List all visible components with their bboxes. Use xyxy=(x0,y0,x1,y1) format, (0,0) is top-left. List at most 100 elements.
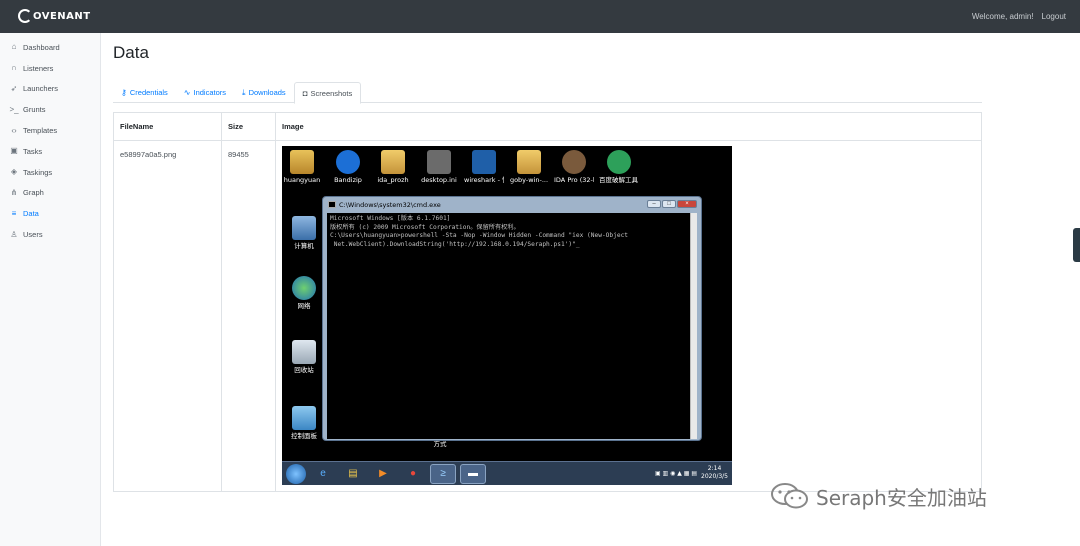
sidebar-item-templates[interactable]: ‹› Templates xyxy=(0,120,100,141)
cmd-window[interactable]: C:\Windows\system32\cmd.exe – □ × Micros… xyxy=(322,196,702,441)
layers-icon: ◈ xyxy=(10,167,18,177)
tab-label: Indicators xyxy=(193,88,227,97)
sidebar-item-dashboard[interactable]: ⌂ Dashboard xyxy=(0,37,100,58)
sidebar: ⌂ Dashboard ∩ Listeners ➶ Launchers >_ G… xyxy=(0,33,101,546)
desktop-icon-ida-prozh: ida_prozh xyxy=(373,150,413,184)
cmd-scrollbar[interactable] xyxy=(690,213,697,439)
sidebar-item-label: Users xyxy=(23,230,43,240)
internet-explorer-icon[interactable]: e xyxy=(310,464,336,484)
column-header-filename[interactable]: FileName xyxy=(114,113,222,140)
column-header-image[interactable]: Image xyxy=(276,113,476,140)
cmd-titlebar[interactable]: C:\Windows\system32\cmd.exe xyxy=(323,197,701,212)
desktop-icon-control-panel: 控制面板 xyxy=(284,406,324,440)
screenshot-image[interactable]: huangyuan Bandizip ida_prozh desktop.ini… xyxy=(282,146,732,485)
system-tray: ▣ ▥ ◉ ▲ ▦ ▤ 2:14 2020/3/5 xyxy=(655,465,728,481)
download-icon: ⤓ xyxy=(242,87,246,97)
sidebar-item-label: Taskings xyxy=(23,167,53,177)
clock-date: 2020/3/5 xyxy=(701,473,728,480)
console-line: 版权所有 (c) 2009 Microsoft Corporation。保留所有… xyxy=(330,223,520,231)
tab-indicators[interactable]: ∿ Indicators xyxy=(176,82,234,103)
cell-size: 89455 xyxy=(228,150,249,159)
folder-icon xyxy=(381,150,405,174)
sidebar-item-launchers[interactable]: ➶ Launchers xyxy=(0,79,100,100)
close-icon[interactable]: × xyxy=(677,200,697,208)
control-panel-icon xyxy=(292,406,316,430)
chrome-icon[interactable]: ● xyxy=(400,464,426,484)
cmd-console[interactable]: Microsoft Windows [版本 6.1.7601] 版权所有 (c) … xyxy=(327,213,692,439)
share-icon: ⋔ xyxy=(10,187,18,197)
logout-link[interactable]: Logout xyxy=(1042,12,1066,21)
tab-credentials[interactable]: ⚷ Credentials xyxy=(113,82,176,103)
file-explorer-icon[interactable]: ▤ xyxy=(340,464,366,484)
data-tabs: ⚷ Credentials ∿ Indicators ⤓ Downloads ◘… xyxy=(113,82,982,104)
maximize-icon[interactable]: □ xyxy=(662,200,676,208)
settings-file-icon xyxy=(427,150,451,174)
desktop-caption-fragment: 方式 xyxy=(433,440,447,448)
sidebar-item-grunts[interactable]: >_ Grunts xyxy=(0,99,100,120)
desktop-icon-goby: goby-win-... xyxy=(509,150,549,184)
desktop-icon-bandizip: Bandizip xyxy=(328,150,368,184)
tab-label: Downloads xyxy=(248,88,286,97)
windows-taskbar: e ▤ ▶ ● ≥ ▬ ▣ ▥ ◉ ▲ ▦ ▤ 2:14 2020/3/5 xyxy=(282,461,732,485)
cmd-app-icon xyxy=(328,201,336,208)
cmd-taskbar-icon[interactable]: ▬ xyxy=(460,463,486,484)
home-icon: ⌂ xyxy=(11,42,17,52)
code-icon: ‹› xyxy=(11,125,17,135)
activity-icon: ∿ xyxy=(183,88,191,97)
tab-downloads[interactable]: ⤓ Downloads xyxy=(234,82,294,103)
covenant-logo[interactable]: OVENANT xyxy=(18,9,91,23)
window-controls: – □ × xyxy=(647,200,697,208)
user-icon: ♙ xyxy=(10,229,18,239)
sidebar-item-graph[interactable]: ⋔ Graph xyxy=(0,183,100,204)
sidebar-item-data[interactable]: ≡ Data xyxy=(0,203,100,224)
folder-icon xyxy=(517,150,541,174)
sidebar-item-label: Data xyxy=(23,209,39,219)
media-player-icon[interactable]: ▶ xyxy=(370,464,396,484)
box-icon: ▣ xyxy=(10,146,18,156)
desktop-icon-computer: 计算机 xyxy=(284,216,324,250)
desktop-icon-baidu-tool: 百度破解工具 包3.0 down... xyxy=(599,150,639,184)
top-navbar: OVENANT Welcome, admin! Logout xyxy=(0,0,1080,33)
tray-icons[interactable]: ▣ ▥ ◉ ▲ ▦ ▤ xyxy=(655,470,697,477)
tab-label: Screenshots xyxy=(310,88,353,98)
user-menu: Welcome, admin! Logout xyxy=(972,12,1066,21)
wireshark-app-icon xyxy=(472,150,496,174)
sidebar-item-label: Templates xyxy=(23,126,58,136)
computer-icon xyxy=(292,216,316,240)
bandizip-app-icon xyxy=(336,150,360,174)
console-line: Net.WebClient).DownloadString('http://19… xyxy=(330,240,580,248)
sidebar-item-label: Dashboard xyxy=(23,42,60,52)
welcome-text: Welcome, admin! xyxy=(971,12,1034,21)
folder-icon xyxy=(290,150,314,174)
desktop-icon-desktop-ini: desktop.ini xyxy=(419,150,459,184)
tab-label: Credentials xyxy=(129,88,168,97)
console-line: C:\Users\huangyuan>powershell -Sta -Nop … xyxy=(330,232,629,239)
sidebar-item-listeners[interactable]: ∩ Listeners xyxy=(0,58,100,79)
watermark-text: Seraph安全加油站 xyxy=(816,485,987,510)
side-scroll-tab[interactable] xyxy=(1073,228,1080,262)
minimize-icon[interactable]: – xyxy=(647,200,661,208)
tab-screenshots[interactable]: ◘ Screenshots xyxy=(293,82,362,104)
network-icon xyxy=(292,276,316,300)
logo-text: OVENANT xyxy=(33,10,91,22)
column-header-size[interactable]: Size xyxy=(222,113,276,140)
terminal-icon: >_ xyxy=(9,104,19,114)
powershell-icon[interactable]: ≥ xyxy=(430,463,456,484)
sidebar-item-taskings[interactable]: ◈ Taskings xyxy=(0,162,100,183)
camera-icon: ◘ xyxy=(302,88,308,98)
sidebar-item-label: Graph xyxy=(23,188,44,198)
desktop-icon-wireshark: wireshark - 快捷方式 xyxy=(464,150,504,184)
archive-app-icon xyxy=(607,150,631,174)
sidebar-item-label: Listeners xyxy=(23,63,54,73)
sidebar-item-users[interactable]: ♙ Users xyxy=(0,224,100,245)
system-clock[interactable]: 2:14 2020/3/5 xyxy=(701,465,728,481)
cmd-title-text: C:\Windows\system32\cmd.exe xyxy=(339,200,441,209)
sidebar-item-tasks[interactable]: ▣ Tasks xyxy=(0,141,100,162)
start-orb-icon[interactable] xyxy=(286,463,306,484)
recycle-bin-icon xyxy=(292,340,316,364)
covenant-logo-mark-icon xyxy=(18,9,32,23)
database-icon: ≡ xyxy=(11,208,17,218)
ida-app-icon xyxy=(562,150,586,174)
key-icon: ⚷ xyxy=(121,88,127,97)
headphones-icon: ∩ xyxy=(11,63,17,73)
